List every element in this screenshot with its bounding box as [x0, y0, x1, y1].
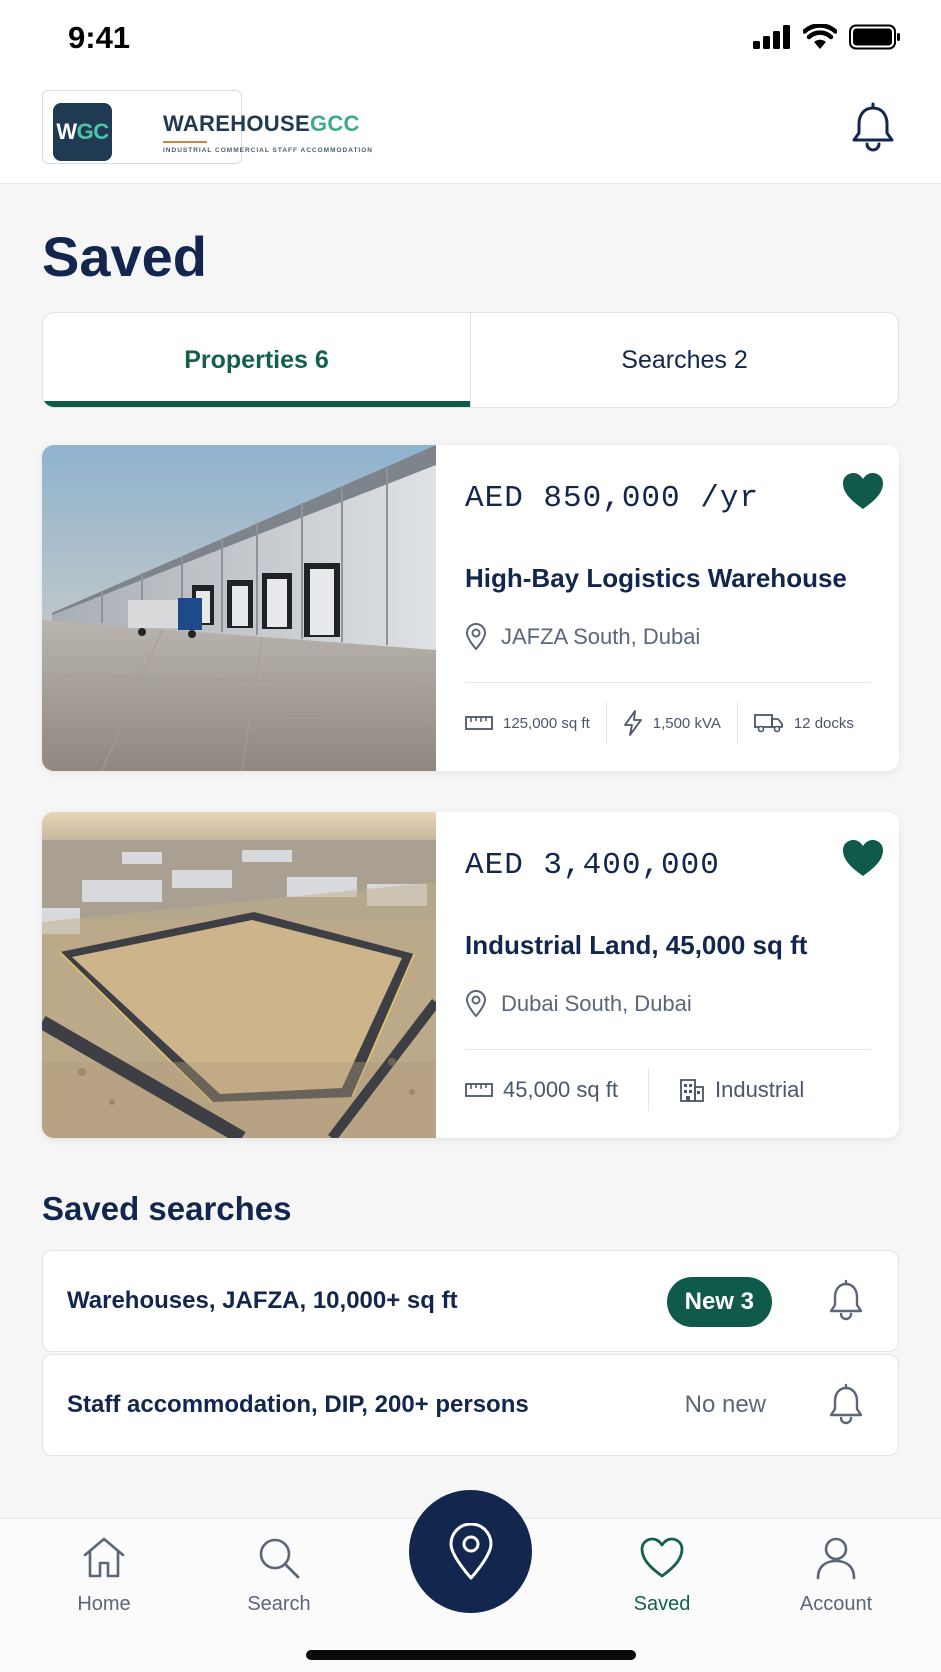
spec-area-text: 125,000 sq ft — [503, 714, 590, 732]
map-fab-button[interactable] — [409, 1490, 532, 1613]
property-price: AED 3,400,000 — [465, 848, 720, 883]
spec-power: 1,500 kVA — [623, 710, 721, 736]
card-divider — [465, 1049, 871, 1050]
saved-heart-icon[interactable] — [841, 838, 885, 878]
logo-wordmark: WAREHOUSEGCC — [163, 111, 360, 137]
nav-account[interactable]: Account — [771, 1533, 901, 1633]
property-card[interactable]: AED 3,400,000 Industrial Land, 45,000 sq… — [42, 812, 899, 1138]
spec-separator — [647, 1069, 649, 1111]
spec-power-text: 1,500 kVA — [652, 714, 721, 732]
logo-name-main: WAREHOUSE — [163, 111, 310, 136]
card-divider — [465, 682, 871, 683]
no-new-status: No new — [684, 1391, 766, 1418]
spec-separator — [736, 702, 738, 744]
spec-zoning: Industrial — [679, 1077, 804, 1103]
brand-logo[interactable]: W GC WAREHOUSEGCC INDUSTRIAL COMMERCIAL S… — [42, 90, 372, 164]
warehouse-photo — [42, 445, 436, 771]
truck-icon — [753, 714, 783, 733]
property-card[interactable]: AED 850,000 /yr High-Bay Logistics Wareh… — [42, 445, 899, 771]
nav-saved-label: Saved — [633, 1593, 691, 1615]
property-specs: 125,000 sq ft 1,500 kVA 12 docks — [465, 701, 879, 745]
property-location-text: JAFZA South, Dubai — [501, 624, 701, 649]
saved-search-label: Warehouses, JAFZA, 10,000+ sq ft — [67, 1287, 458, 1314]
wifi-icon — [803, 24, 837, 49]
property-location: JAFZA South, Dubai — [465, 623, 700, 651]
logo-rule — [163, 141, 207, 143]
battery-icon — [849, 24, 900, 50]
tab-properties[interactable]: Properties 6 — [43, 313, 470, 407]
saved-search-row[interactable]: Warehouses, JAFZA, 10,000+ sq ft New 3 — [42, 1250, 899, 1352]
property-specs: 45,000 sq ft Industrial — [465, 1068, 879, 1112]
status-time: 9:41 — [68, 20, 131, 55]
notifications-bell-icon[interactable] — [845, 100, 901, 156]
page-title: Saved — [42, 225, 207, 288]
building-icon — [680, 1079, 704, 1102]
home-icon — [83, 1537, 125, 1578]
spec-area-text: 45,000 sq ft — [503, 1077, 618, 1102]
status-bar: 9:41 — [0, 0, 941, 76]
logo-tagline: INDUSTRIAL COMMERCIAL STAFF ACCOMMODATIO… — [163, 147, 373, 154]
logo-badge: W GC — [53, 103, 112, 161]
spec-docks-text: 12 docks — [793, 714, 854, 732]
saved-tabs: Properties 6 Searches 2 — [42, 312, 899, 408]
location-pin-icon — [465, 990, 487, 1018]
search-icon — [259, 1538, 300, 1579]
person-icon — [816, 1537, 856, 1580]
industrial-land-photo — [42, 812, 436, 1138]
lightning-icon — [623, 710, 642, 736]
spec-area: 125,000 sq ft — [465, 714, 590, 732]
nav-home[interactable]: Home — [39, 1533, 169, 1633]
spec-zoning-text: Industrial — [714, 1077, 805, 1102]
nav-search[interactable]: Search — [214, 1533, 344, 1633]
nav-saved[interactable]: Saved — [597, 1533, 727, 1633]
saved-heart-icon[interactable] — [841, 471, 885, 511]
nav-account-label: Account — [799, 1593, 873, 1615]
saved-searches-title: Saved searches — [42, 1190, 292, 1227]
saved-search-row[interactable]: Staff accommodation, DIP, 200+ persons N… — [42, 1354, 899, 1456]
logo-name-accent: GCC — [309, 111, 360, 136]
status-icons — [753, 24, 901, 50]
map-pin-icon — [449, 1522, 492, 1579]
ruler-icon — [465, 716, 493, 730]
logo-badge-gc: GC — [76, 119, 110, 144]
home-indicator — [306, 1650, 636, 1660]
tab-searches[interactable]: Searches 2 — [470, 313, 898, 407]
logo-badge-w: W — [56, 119, 77, 144]
spec-docks: 12 docks — [753, 712, 854, 734]
nav-home-label: Home — [77, 1593, 131, 1615]
property-title: Industrial Land, 45,000 sq ft — [465, 930, 808, 960]
spec-area: 45,000 sq ft — [465, 1077, 618, 1103]
nav-search-label: Search — [247, 1593, 311, 1615]
property-location: Dubai South, Dubai — [465, 990, 692, 1018]
app-header: W GC WAREHOUSEGCC INDUSTRIAL COMMERCIAL S… — [0, 76, 941, 184]
alert-bell-icon[interactable] — [824, 1279, 868, 1323]
property-location-text: Dubai South, Dubai — [501, 991, 692, 1016]
spec-separator — [605, 702, 607, 744]
ruler-icon — [465, 1083, 493, 1097]
property-title: High-Bay Logistics Warehouse — [465, 563, 847, 593]
saved-search-label: Staff accommodation, DIP, 200+ persons — [67, 1391, 529, 1418]
new-results-badge: New 3 — [666, 1277, 772, 1327]
heart-icon — [640, 1537, 684, 1578]
property-price: AED 850,000 /yr — [465, 481, 760, 516]
signal-icon — [753, 25, 790, 49]
alert-bell-icon[interactable] — [824, 1383, 868, 1427]
location-pin-icon — [465, 623, 487, 651]
